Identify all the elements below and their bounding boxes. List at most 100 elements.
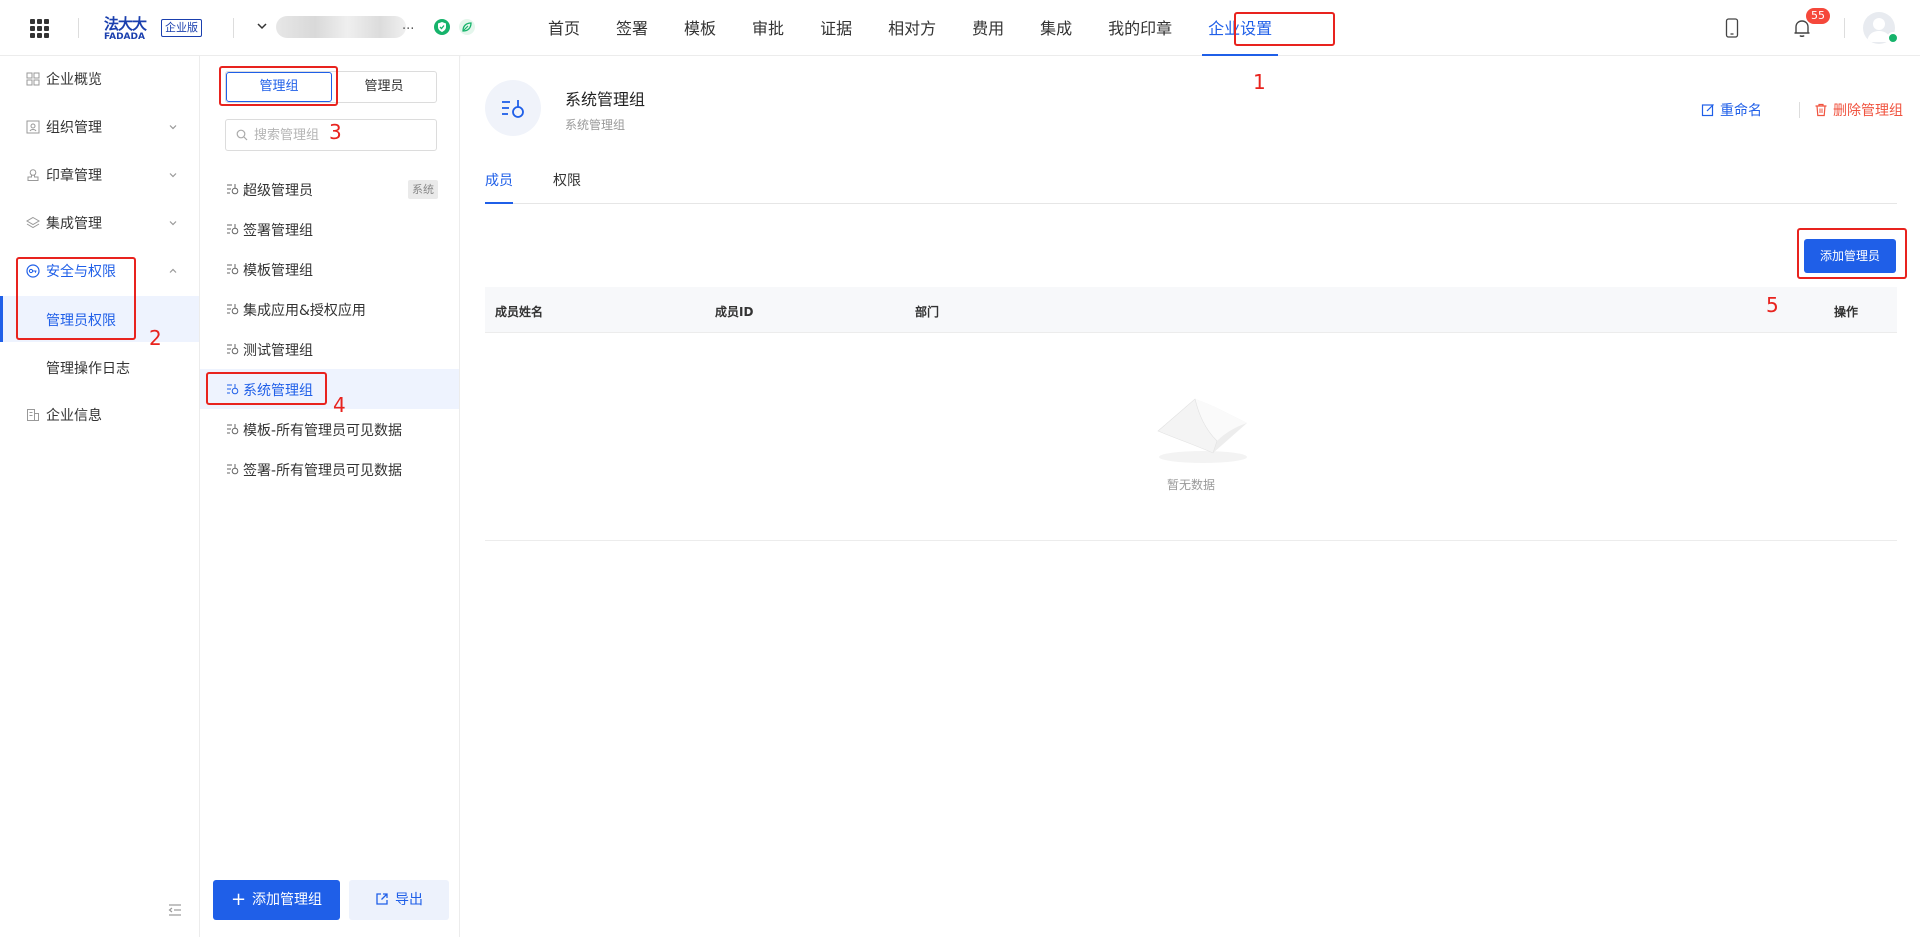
sidebar: 企业概览 组织管理 印章管理 集成管理 安全与权限 管理员权限 管理操作日志 企…: [0, 56, 200, 937]
delete-group-button[interactable]: 删除管理组: [1814, 100, 1903, 120]
export-icon: [376, 893, 388, 905]
sidebar-item-label: 企业信息: [46, 408, 102, 424]
add-group-label: 添加管理组: [252, 892, 323, 908]
sidebar-item-label: 安全与权限: [46, 264, 116, 280]
company-name-ellipsis: ...: [402, 18, 415, 33]
sidebar-item-label: 印章管理: [46, 168, 102, 184]
tab-permissions[interactable]: 权限: [553, 170, 581, 204]
admin-group-icon: [227, 224, 239, 235]
logo-text-en: FADADA: [104, 32, 145, 42]
group-item-label: 模板-所有管理员可见数据: [243, 423, 403, 439]
header-divider: [78, 18, 79, 38]
company-name-blurred[interactable]: [276, 16, 406, 38]
group-avatar: [485, 80, 541, 136]
nav-counterparty[interactable]: 相对方: [870, 0, 954, 56]
export-label: 导出: [395, 892, 423, 908]
group-item-label: 集成应用&授权应用: [243, 303, 366, 319]
main-nav: 首页 签署 模板 审批 证据 相对方 费用 集成 我的印章 企业设置: [530, 0, 1290, 56]
chevron-down-icon[interactable]: [256, 20, 268, 32]
admin-group-icon: [227, 184, 239, 195]
group-item-integration[interactable]: 集成应用&授权应用: [200, 289, 459, 329]
group-admin-toggle: 管理组 管理员: [225, 71, 437, 103]
chevron-down-icon: [169, 221, 177, 226]
sidebar-item-label: 企业概览: [46, 72, 102, 88]
empty-paper-icon: [1157, 398, 1247, 463]
group-detail: 系统管理组 系统管理组 重命名 删除管理组 成员 权限 添加管理员 成员姓名 成…: [461, 56, 1920, 937]
seal-icon: [27, 169, 39, 181]
app-grid-icon[interactable]: [30, 19, 49, 38]
group-item-template[interactable]: 模板管理组: [200, 249, 459, 289]
nav-template[interactable]: 模板: [666, 0, 734, 56]
logo-text-zh: 法大大: [104, 15, 147, 33]
action-divider: [1799, 102, 1800, 118]
nav-approval[interactable]: 审批: [734, 0, 802, 56]
nav-fees[interactable]: 费用: [954, 0, 1022, 56]
nav-evidence[interactable]: 证据: [802, 0, 870, 56]
sidebar-item-company-info[interactable]: 企业信息: [0, 392, 199, 438]
rename-button[interactable]: 重命名: [1701, 100, 1762, 120]
notification-badge: 55: [1806, 8, 1830, 24]
group-search-input[interactable]: [254, 125, 424, 145]
nav-my-seal[interactable]: 我的印章: [1090, 0, 1190, 56]
add-group-button[interactable]: + 添加管理组: [213, 880, 340, 920]
sidebar-subitem-admin-permissions[interactable]: 管理员权限: [0, 296, 199, 342]
export-button[interactable]: 导出: [349, 880, 449, 920]
add-admin-button[interactable]: 添加管理员: [1804, 239, 1896, 273]
group-item-sign-visible[interactable]: 签署-所有管理员可见数据: [200, 449, 459, 489]
avatar-verified-icon: [1887, 32, 1899, 44]
column-header-id: 成员ID: [715, 305, 754, 319]
group-item-label: 系统管理组: [243, 383, 313, 399]
group-item-template-visible[interactable]: 模板-所有管理员可见数据: [200, 409, 459, 449]
building-icon: [27, 409, 39, 421]
sidebar-subitem-admin-logs[interactable]: 管理操作日志: [0, 344, 199, 390]
group-item-system[interactable]: 系统管理组: [200, 369, 459, 409]
group-search-box: [225, 119, 437, 151]
chevron-down-icon: [169, 125, 177, 130]
sidebar-item-label: 组织管理: [46, 120, 102, 136]
segment-admins[interactable]: 管理员: [332, 72, 436, 102]
group-item-label: 签署-所有管理员可见数据: [243, 463, 403, 479]
nav-enterprise-settings[interactable]: 企业设置: [1190, 0, 1290, 56]
group-item-label: 超级管理员: [243, 183, 313, 199]
system-tag: 系统: [408, 180, 438, 199]
tab-members[interactable]: 成员: [485, 170, 513, 204]
members-table-header: 成员姓名 成员ID 部门 操作: [485, 287, 1897, 333]
collapse-sidebar-icon[interactable]: [168, 904, 182, 916]
sidebar-item-org[interactable]: 组织管理: [0, 104, 199, 150]
segment-groups[interactable]: 管理组: [226, 72, 332, 102]
sidebar-item-label: 集成管理: [46, 216, 102, 232]
admin-group-icon: [227, 384, 239, 395]
mobile-icon[interactable]: [1725, 18, 1739, 38]
group-item-test[interactable]: 测试管理组: [200, 329, 459, 369]
group-item-label: 模板管理组: [243, 263, 313, 279]
layers-icon: [26, 216, 40, 229]
delete-group-label: 删除管理组: [1833, 103, 1903, 119]
nav-integration[interactable]: 集成: [1022, 0, 1090, 56]
sidebar-item-security[interactable]: 安全与权限: [0, 248, 199, 294]
overview-icon: [26, 72, 40, 86]
empty-state-text: 暂无数据: [1166, 478, 1215, 492]
chevron-down-icon: [169, 173, 177, 178]
eco-leaf-icon: [459, 19, 475, 35]
nav-home[interactable]: 首页: [530, 0, 598, 56]
sidebar-item-overview[interactable]: 企业概览: [0, 56, 199, 102]
group-item-super-admin[interactable]: 超级管理员 系统: [200, 169, 459, 209]
group-title: 系统管理组: [565, 90, 646, 109]
org-icon: [26, 120, 40, 134]
admin-group-icon: [227, 264, 239, 275]
column-header-actions: 操作: [1834, 305, 1859, 319]
rename-label: 重命名: [1720, 103, 1762, 119]
verified-shield-icon: [434, 19, 450, 35]
nav-sign[interactable]: 签署: [598, 0, 666, 56]
sidebar-subitem-label: 管理员权限: [46, 313, 116, 329]
detail-tabs: 成员 权限: [485, 170, 1897, 204]
search-icon: [236, 129, 248, 141]
edit-icon: [1701, 104, 1714, 117]
sidebar-item-seal[interactable]: 印章管理: [0, 152, 199, 198]
group-panel: 管理组 管理员 超级管理员 系统 签署管理组 模板管理组 集成应用&授权应用 测…: [200, 56, 460, 937]
group-item-label: 测试管理组: [243, 343, 313, 359]
column-header-department: 部门: [915, 305, 940, 319]
sidebar-item-integration[interactable]: 集成管理: [0, 200, 199, 246]
group-item-sign[interactable]: 签署管理组: [200, 209, 459, 249]
group-item-label: 签署管理组: [243, 223, 313, 239]
